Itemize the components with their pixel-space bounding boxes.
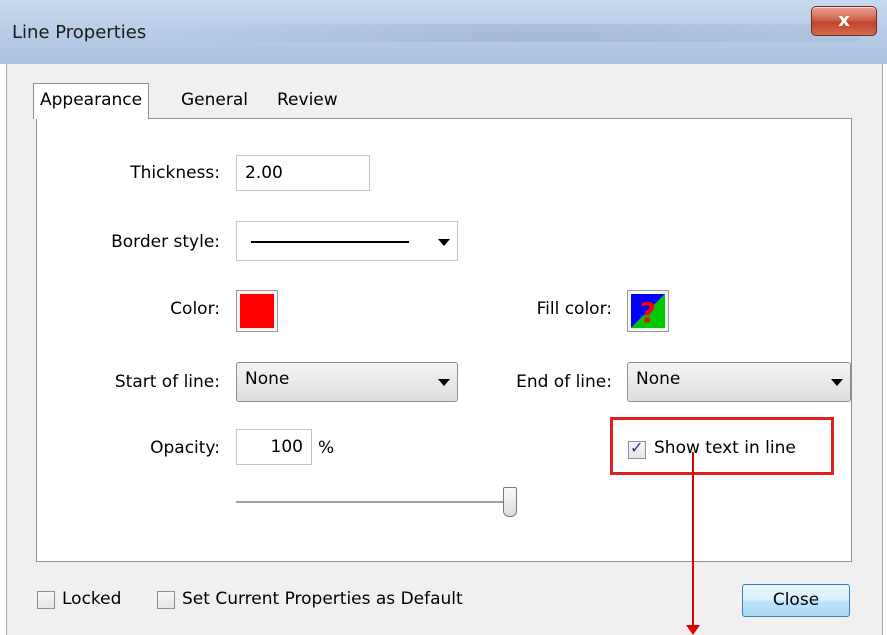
fill-color-button[interactable]: ? bbox=[627, 290, 669, 332]
color-swatch-button[interactable] bbox=[236, 290, 278, 332]
opacity-input[interactable]: 100 bbox=[236, 429, 312, 465]
annotation-arrow-head bbox=[686, 625, 700, 635]
fill-color-label: Fill color: bbox=[536, 299, 612, 319]
chevron-down-icon bbox=[831, 379, 843, 386]
end-of-line-value: None bbox=[636, 369, 681, 389]
chevron-down-icon bbox=[438, 239, 450, 246]
close-button[interactable]: Close bbox=[742, 584, 850, 617]
tab-review-history[interactable]: Review History bbox=[271, 84, 344, 143]
set-default-checkbox[interactable] bbox=[157, 591, 175, 609]
annotation-highlight-box bbox=[610, 417, 834, 475]
end-of-line-dropdown[interactable]: None bbox=[627, 362, 851, 402]
color-label: Color: bbox=[170, 299, 220, 319]
window-title: Line Properties bbox=[12, 22, 147, 43]
svg-text:?: ? bbox=[640, 296, 656, 328]
solid-line-sample bbox=[251, 241, 409, 243]
start-of-line-dropdown[interactable]: None bbox=[236, 362, 458, 402]
end-of-line-label: End of line: bbox=[516, 372, 612, 392]
percent-sign: % bbox=[318, 438, 335, 458]
locked-checkbox[interactable] bbox=[37, 591, 55, 609]
tab-appearance[interactable]: Appearance bbox=[33, 83, 150, 119]
border-style-dropdown[interactable] bbox=[236, 221, 458, 261]
no-fill-color-icon: ? bbox=[631, 294, 665, 328]
locked-label: Locked bbox=[62, 589, 122, 609]
opacity-slider-track[interactable] bbox=[236, 501, 516, 504]
opacity-value: 100 bbox=[270, 437, 303, 457]
chevron-down-icon bbox=[438, 379, 450, 386]
title-bar: Line Properties x bbox=[0, 0, 887, 64]
annotation-arrow-line bbox=[692, 452, 694, 629]
opacity-label: Opacity: bbox=[150, 438, 220, 458]
tab-general[interactable]: General bbox=[175, 84, 254, 117]
background-blur bbox=[170, 24, 860, 42]
thickness-value: 2.00 bbox=[245, 163, 283, 183]
window-close-button[interactable]: x bbox=[811, 6, 877, 36]
thickness-input[interactable]: 2.00 bbox=[236, 155, 370, 191]
color-swatch bbox=[240, 294, 274, 328]
border-style-label: Border style: bbox=[111, 232, 220, 252]
start-of-line-value: None bbox=[245, 369, 290, 389]
opacity-slider-thumb[interactable] bbox=[503, 487, 517, 517]
thickness-label: Thickness: bbox=[130, 163, 220, 183]
start-of-line-label: Start of line: bbox=[114, 372, 220, 392]
appearance-panel bbox=[36, 118, 852, 562]
set-default-label: Set Current Properties as Default bbox=[182, 589, 463, 609]
